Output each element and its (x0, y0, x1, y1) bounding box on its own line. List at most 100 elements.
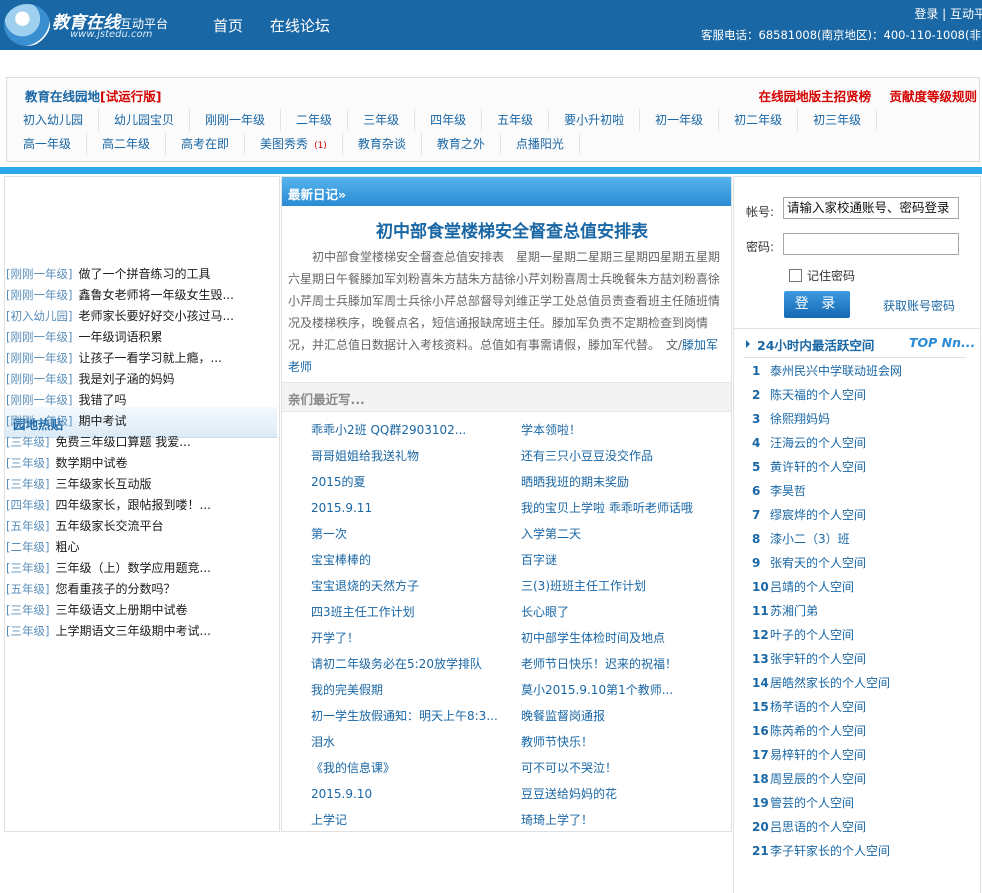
remember-checkbox[interactable] (789, 269, 802, 282)
list-item[interactable]: [三年级] 三年级（上）数学应用题竞... (6, 558, 274, 579)
list-item[interactable]: 长心眼了 (521, 601, 736, 627)
category-item[interactable]: 教育之外 (422, 133, 501, 155)
list-item[interactable]: [刚刚一年级] 一年级词语积累 (6, 327, 274, 348)
list-item[interactable]: [三年级] 三年级语文上册期中试卷 (6, 600, 274, 621)
list-item[interactable]: [刚刚一年级] 我错了吗 (6, 390, 274, 411)
list-item[interactable]: 13张宇轩的个人空间 (752, 649, 980, 673)
list-item[interactable]: 16陈芮希的个人空间 (752, 721, 980, 745)
list-item[interactable]: [刚刚一年级] 让孩子一看学习就上瘾，... (6, 348, 274, 369)
list-item[interactable]: 1 泰州民兴中学联动班会网 (752, 361, 980, 385)
list-item[interactable]: 第一次 (311, 523, 526, 549)
list-item[interactable]: 晒晒我班的期末奖励 (521, 471, 736, 497)
list-item[interactable]: 可不可以不哭泣！ (521, 757, 736, 783)
category-item[interactable]: 教育杂谈 (343, 133, 422, 155)
password-input[interactable] (783, 233, 959, 255)
category-item[interactable]: 高二年级 (87, 133, 167, 155)
list-item[interactable]: 5 黄许轩的个人空间 (752, 457, 980, 481)
account-input[interactable]: 请输入家校通账号、密码登录 (783, 197, 959, 219)
list-item[interactable]: [初入幼儿园] 老师家长要好好交小孩过马... (6, 306, 274, 327)
list-item[interactable]: 四3班主任工作计划 (311, 601, 526, 627)
category-item[interactable]: 四年级 (415, 109, 483, 131)
list-item[interactable]: 宝宝退烧的天然方子 (311, 575, 526, 601)
list-item[interactable]: 11苏湘门弟 (752, 601, 980, 625)
list-item[interactable]: 乖乖小2班 QQ群2903102... (311, 419, 526, 445)
list-item[interactable]: 学本领啦！ (521, 419, 736, 445)
login-links[interactable]: 登录 | 互动平 (914, 5, 982, 22)
list-item[interactable]: [三年级] 数学期中试卷 (6, 453, 274, 474)
list-item[interactable]: 2 陈天福的个人空间 (752, 385, 980, 409)
list-item[interactable]: [刚刚一年级] 我是刘子涵的妈妈 (6, 369, 274, 390)
list-item[interactable]: 哥哥姐姐给我送礼物 (311, 445, 526, 471)
list-item[interactable]: 教师节快乐！ (521, 731, 736, 757)
list-item[interactable]: 20吕思语的个人空间 (752, 817, 980, 841)
list-item[interactable]: 宝宝棒棒的 (311, 549, 526, 575)
list-item[interactable]: 8 漆小二（3）班 (752, 529, 980, 553)
category-item[interactable]: 二年级 (281, 109, 349, 131)
list-item[interactable]: 2015.9.10 (311, 783, 526, 809)
list-item[interactable]: 3 徐熙翔妈妈 (752, 409, 980, 433)
list-item[interactable]: [三年级] 免费三年级口算题 我爱... (6, 432, 274, 453)
list-item[interactable]: 晚餐监督岗通报 (521, 705, 736, 731)
list-item[interactable]: 9 张宥天的个人空间 (752, 553, 980, 577)
category-item[interactable]: 初入幼儿园 (8, 109, 100, 131)
get-password-link[interactable]: 获取账号密码 (883, 297, 955, 314)
list-item[interactable]: 14居皓然家长的个人空间 (752, 673, 980, 697)
contribution-rules-link[interactable]: 贡献度等级规则 (889, 89, 977, 104)
category-item[interactable]: 初三年级 (798, 109, 878, 131)
category-item[interactable]: 高考在即 (166, 133, 246, 155)
category-item[interactable]: 初一年级 (640, 109, 720, 131)
list-item[interactable]: [二年级] 粗心 (6, 537, 274, 558)
list-item[interactable]: 初中部学生体检时间及地点 (521, 627, 736, 653)
list-item[interactable]: 上学记 (311, 809, 526, 835)
list-item[interactable]: 19管芸的个人空间 (752, 793, 980, 817)
list-item[interactable]: 三(3)班班主任工作计划 (521, 575, 736, 601)
list-item[interactable]: 初一学生放假通知：明天上午8:3... (311, 705, 526, 731)
list-item[interactable]: 6 李昊哲 (752, 481, 980, 505)
top-n-label[interactable]: TOP Nn... (909, 335, 975, 350)
category-item[interactable]: 高一年级 (8, 133, 88, 155)
list-item[interactable]: [三年级] 三年级家长互动版 (6, 474, 274, 495)
list-item[interactable]: 12叶子的个人空间 (752, 625, 980, 649)
list-item[interactable]: 15杨芊语的个人空间 (752, 697, 980, 721)
list-item[interactable]: 我的完美假期 (311, 679, 526, 705)
list-item[interactable]: [三年级] 上学期语文三年级期中考试... (6, 621, 274, 642)
list-item[interactable]: [刚刚一年级] 鑫鲁女老师将一年级女生毁... (6, 285, 274, 306)
list-item[interactable]: 21李子轩家长的个人空间 (752, 841, 980, 865)
list-item[interactable]: 请初二年级务必在5:20放学排队 (311, 653, 526, 679)
list-item[interactable]: 莫小2015.9.10第1个教师... (521, 679, 736, 705)
list-item[interactable]: 百字谜 (521, 549, 736, 575)
list-item[interactable]: [五年级] 您看重孩子的分数吗？ (6, 579, 274, 600)
list-item[interactable]: 10吕靖的个人空间 (752, 577, 980, 601)
list-item[interactable]: [刚刚一年级] 期中考试 (6, 411, 274, 432)
list-item[interactable]: 泪水 (311, 731, 526, 757)
category-item[interactable]: 三年级 (348, 109, 416, 131)
nav-forum[interactable]: 在线论坛 (270, 17, 330, 35)
list-item[interactable]: 18周昱辰的个人空间 (752, 769, 980, 793)
site-logo[interactable]: 教育在线互动平台 www.jstedu.com (4, 2, 184, 48)
article-title[interactable]: 初中部食堂楼梯安全督查总值安排表 (282, 217, 742, 242)
list-item[interactable]: [五年级] 五年级家长交流平台 (6, 516, 274, 537)
list-item[interactable]: 17易梓轩的个人空间 (752, 745, 980, 769)
list-item[interactable]: 《我的信息课》 (311, 757, 526, 783)
category-item[interactable]: 点播阳光 (501, 133, 580, 155)
category-item[interactable]: 初二年级 (719, 109, 799, 131)
list-item[interactable]: 2015.9.11 (311, 497, 526, 523)
category-item[interactable]: 五年级 (482, 109, 550, 131)
list-item[interactable]: [刚刚一年级] 做了一个拼音练习的工具 (6, 264, 274, 285)
category-item[interactable]: 幼儿园宝贝 (99, 109, 191, 131)
moderator-recruit-link[interactable]: 在线园地版主招贤榜 (759, 89, 872, 104)
category-item[interactable]: 要小升初啦 (549, 109, 641, 131)
list-item[interactable]: 开学了！ (311, 627, 526, 653)
list-item[interactable]: 入学第二天 (521, 523, 736, 549)
category-item[interactable]: 美图秀秀 (1) (245, 133, 343, 155)
list-item[interactable]: 琦琦上学了！ (521, 809, 736, 835)
category-item[interactable]: 刚刚一年级 (190, 109, 282, 131)
list-item[interactable]: 2015的夏 (311, 471, 526, 497)
list-item[interactable]: 豆豆送给妈妈的花 (521, 783, 736, 809)
list-item[interactable]: 还有三只小豆豆没交作品 (521, 445, 736, 471)
list-item[interactable]: [四年级] 四年级家长，跟帖报到喽！... (6, 495, 274, 516)
list-item[interactable]: 4 汪海云的个人空间 (752, 433, 980, 457)
nav-home[interactable]: 首页 (213, 17, 243, 35)
list-item[interactable]: 7 缪宸烨的个人空间 (752, 505, 980, 529)
login-button[interactable]: 登 录 (784, 291, 850, 318)
